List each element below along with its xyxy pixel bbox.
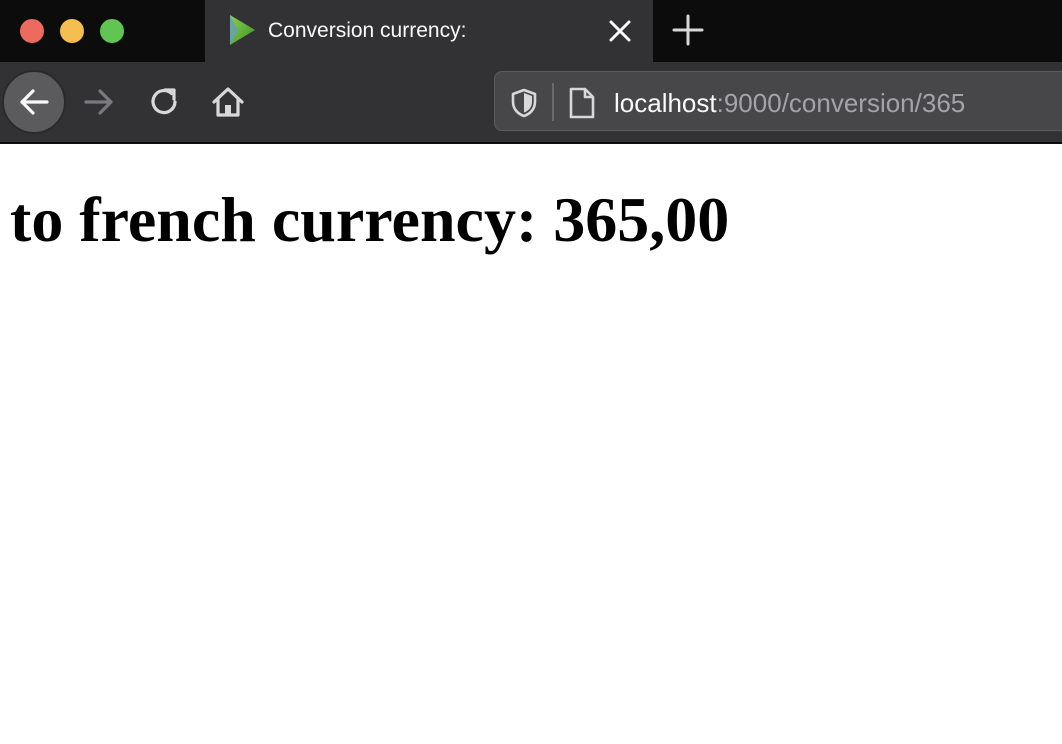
arrow-right-icon — [84, 89, 113, 115]
page-content: to french currency: 365,00 — [0, 144, 1062, 744]
url-separator — [552, 83, 554, 121]
reload-button[interactable] — [132, 70, 196, 134]
reload-icon — [151, 88, 177, 115]
tab-strip: Conversion currency: — [0, 0, 1062, 62]
arrow-left-icon — [20, 89, 49, 115]
plus-icon[interactable] — [670, 12, 706, 48]
url-bar[interactable]: localhost:9000/conversion/365 — [494, 71, 1062, 131]
play-logo-icon — [230, 15, 255, 45]
minimize-window-button[interactable] — [60, 19, 84, 43]
navigation-toolbar: localhost:9000/conversion/365 — [0, 62, 1062, 144]
tab-title: Conversion currency: — [268, 19, 467, 42]
page-icon[interactable] — [567, 86, 597, 120]
zoom-window-button[interactable] — [100, 19, 124, 43]
home-button[interactable] — [196, 70, 260, 134]
shield-icon[interactable] — [509, 88, 539, 118]
close-window-button[interactable] — [20, 19, 44, 43]
page-heading: to french currency: 365,00 — [10, 184, 730, 255]
browser-window: Conversion currency: localhost:9000/conv… — [0, 0, 1062, 744]
tab-active[interactable]: Conversion currency: — [205, 0, 653, 62]
url-text[interactable]: localhost:9000/conversion/365 — [614, 88, 965, 118]
url-path: :9000/conversion/365 — [716, 88, 966, 118]
forward-button[interactable] — [68, 70, 132, 134]
home-icon — [212, 87, 244, 117]
url-host: localhost — [614, 88, 717, 118]
close-icon[interactable] — [605, 16, 635, 46]
back-button[interactable] — [2, 70, 66, 134]
